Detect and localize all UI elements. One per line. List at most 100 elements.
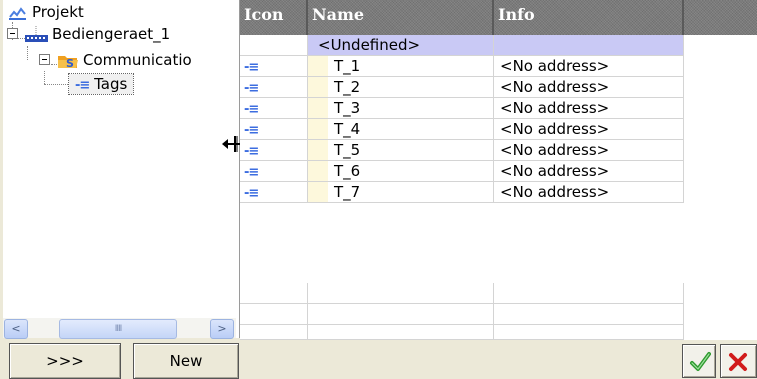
tag-icon: -≡ [244, 123, 259, 138]
row-marker [308, 98, 328, 118]
icon-cell[interactable]: -≡ [240, 98, 308, 119]
info-cell[interactable]: <No address> [494, 98, 684, 119]
row-marker [308, 56, 328, 76]
column-header-info[interactable]: Info [494, 0, 684, 35]
communication-folder-icon: S [57, 51, 79, 70]
name-cell[interactable]: T_3 [308, 98, 494, 119]
column-header-name[interactable]: Name [308, 0, 494, 35]
tag-name: T_5 [334, 141, 361, 159]
tag-table[interactable]: Icon Name Info <Undefined> -≡ T_1 <No addr… [240, 0, 757, 340]
tree-connector [17, 38, 25, 39]
row-marker [308, 161, 328, 181]
info-cell [494, 283, 684, 304]
scrollbar-thumb[interactable]: IIII [59, 319, 177, 339]
icon-cell [240, 304, 308, 325]
name-cell[interactable]: T_2 [308, 77, 494, 98]
icon-cell[interactable]: -≡ [240, 161, 308, 182]
tree-connector [27, 46, 28, 60]
table-row-empty [240, 304, 757, 325]
table-row[interactable]: -≡ T_6 <No address> [240, 161, 757, 182]
tree-node-label: Projekt [32, 3, 84, 21]
tag-icon: -≡ [244, 186, 259, 201]
table-row[interactable]: -≡ T_5 <No address> [240, 140, 757, 161]
checkmark-icon [689, 351, 711, 377]
table-row[interactable]: -≡ T_2 <No address> [240, 77, 757, 98]
collapse-toggle-icon[interactable] [7, 28, 18, 39]
tag-name: T_3 [334, 99, 361, 117]
name-cell[interactable]: T_7 [308, 182, 494, 203]
info-cell[interactable]: <No address> [494, 77, 684, 98]
icon-cell[interactable]: -≡ [240, 119, 308, 140]
tree-node-label: Bediengeraet_1 [52, 25, 171, 43]
icon-cell[interactable]: -≡ [240, 77, 308, 98]
tree-node-label: Communicatio [83, 51, 192, 69]
tag-address: <No address> [500, 162, 610, 180]
tags-icon: -≡ [75, 78, 90, 93]
info-cell[interactable]: <No address> [494, 161, 684, 182]
tag-icon: -≡ [244, 60, 259, 75]
tree-node-communication[interactable]: S Communicatio [57, 50, 239, 70]
column-header-icon[interactable]: Icon [240, 0, 308, 35]
tag-name: T_4 [334, 120, 361, 138]
tree-horizontal-scrollbar[interactable]: < IIII > [3, 318, 236, 339]
table-row-undefined[interactable]: <Undefined> [240, 35, 757, 56]
tree-node-label: Tags [94, 75, 128, 93]
project-tree[interactable]: Projekt Bediengeraet_1 S Communicatio -≡… [3, 0, 240, 338]
table-row[interactable]: -≡ T_3 <No address> [240, 98, 757, 119]
tag-address: <No address> [500, 120, 610, 138]
collapse-toggle-icon[interactable] [39, 54, 50, 65]
row-marker [308, 140, 328, 160]
cancel-button[interactable] [720, 344, 757, 378]
table-row-empty [240, 325, 757, 340]
scroll-left-icon[interactable]: < [4, 319, 28, 339]
name-cell[interactable]: T_1 [308, 56, 494, 77]
info-cell[interactable] [494, 35, 684, 56]
icon-cell[interactable]: -≡ [240, 56, 308, 77]
tree-node-tags[interactable]: -≡ Tags [67, 73, 199, 95]
tag-icon: -≡ [244, 165, 259, 180]
info-cell[interactable]: <No address> [494, 140, 684, 161]
new-button[interactable]: New [133, 343, 239, 379]
table-row[interactable]: -≡ T_7 <No address> [240, 182, 757, 203]
name-cell[interactable]: T_4 [308, 119, 494, 140]
svg-text:S: S [66, 57, 74, 69]
tag-address: <No address> [500, 78, 610, 96]
row-marker [308, 77, 328, 97]
name-cell[interactable]: T_5 [308, 140, 494, 161]
tag-icon: -≡ [244, 81, 259, 96]
name-cell[interactable]: T_6 [308, 161, 494, 182]
expand-button[interactable]: >>> [9, 343, 121, 379]
tree-connector [44, 71, 45, 84]
project-icon [9, 5, 26, 20]
tree-connector [44, 84, 68, 85]
tree-node-projekt[interactable]: Projekt [9, 2, 209, 22]
info-cell[interactable]: <No address> [494, 182, 684, 203]
close-icon [727, 351, 749, 377]
scroll-right-icon[interactable]: > [210, 319, 234, 339]
info-cell[interactable]: <No address> [494, 56, 684, 77]
tag-address: <No address> [500, 57, 610, 75]
tag-address: <No address> [500, 141, 610, 159]
name-cell[interactable]: <Undefined> [308, 35, 494, 56]
tree-node-device[interactable]: Bediengeraet_1 [25, 24, 235, 44]
grip-icon: IIII [114, 324, 123, 334]
icon-cell[interactable]: -≡ [240, 140, 308, 161]
name-cell [308, 304, 494, 325]
hmi-device-icon [25, 26, 48, 42]
table-row[interactable]: -≡ T_1 <No address> [240, 56, 757, 77]
icon-cell [240, 283, 308, 304]
info-cell [494, 304, 684, 325]
info-cell[interactable]: <No address> [494, 119, 684, 140]
ok-button[interactable] [682, 344, 716, 378]
tag-address: <No address> [500, 99, 610, 117]
table-row[interactable]: -≡ T_4 <No address> [240, 119, 757, 140]
info-cell [494, 325, 684, 340]
icon-cell[interactable]: -≡ [240, 182, 308, 203]
icon-cell [240, 325, 308, 340]
column-header-empty [684, 0, 757, 35]
row-marker [308, 182, 328, 202]
table-row-empty [240, 283, 757, 304]
tag-name: T_6 [334, 162, 361, 180]
name-cell [308, 325, 494, 340]
tag-address: <No address> [500, 183, 610, 201]
